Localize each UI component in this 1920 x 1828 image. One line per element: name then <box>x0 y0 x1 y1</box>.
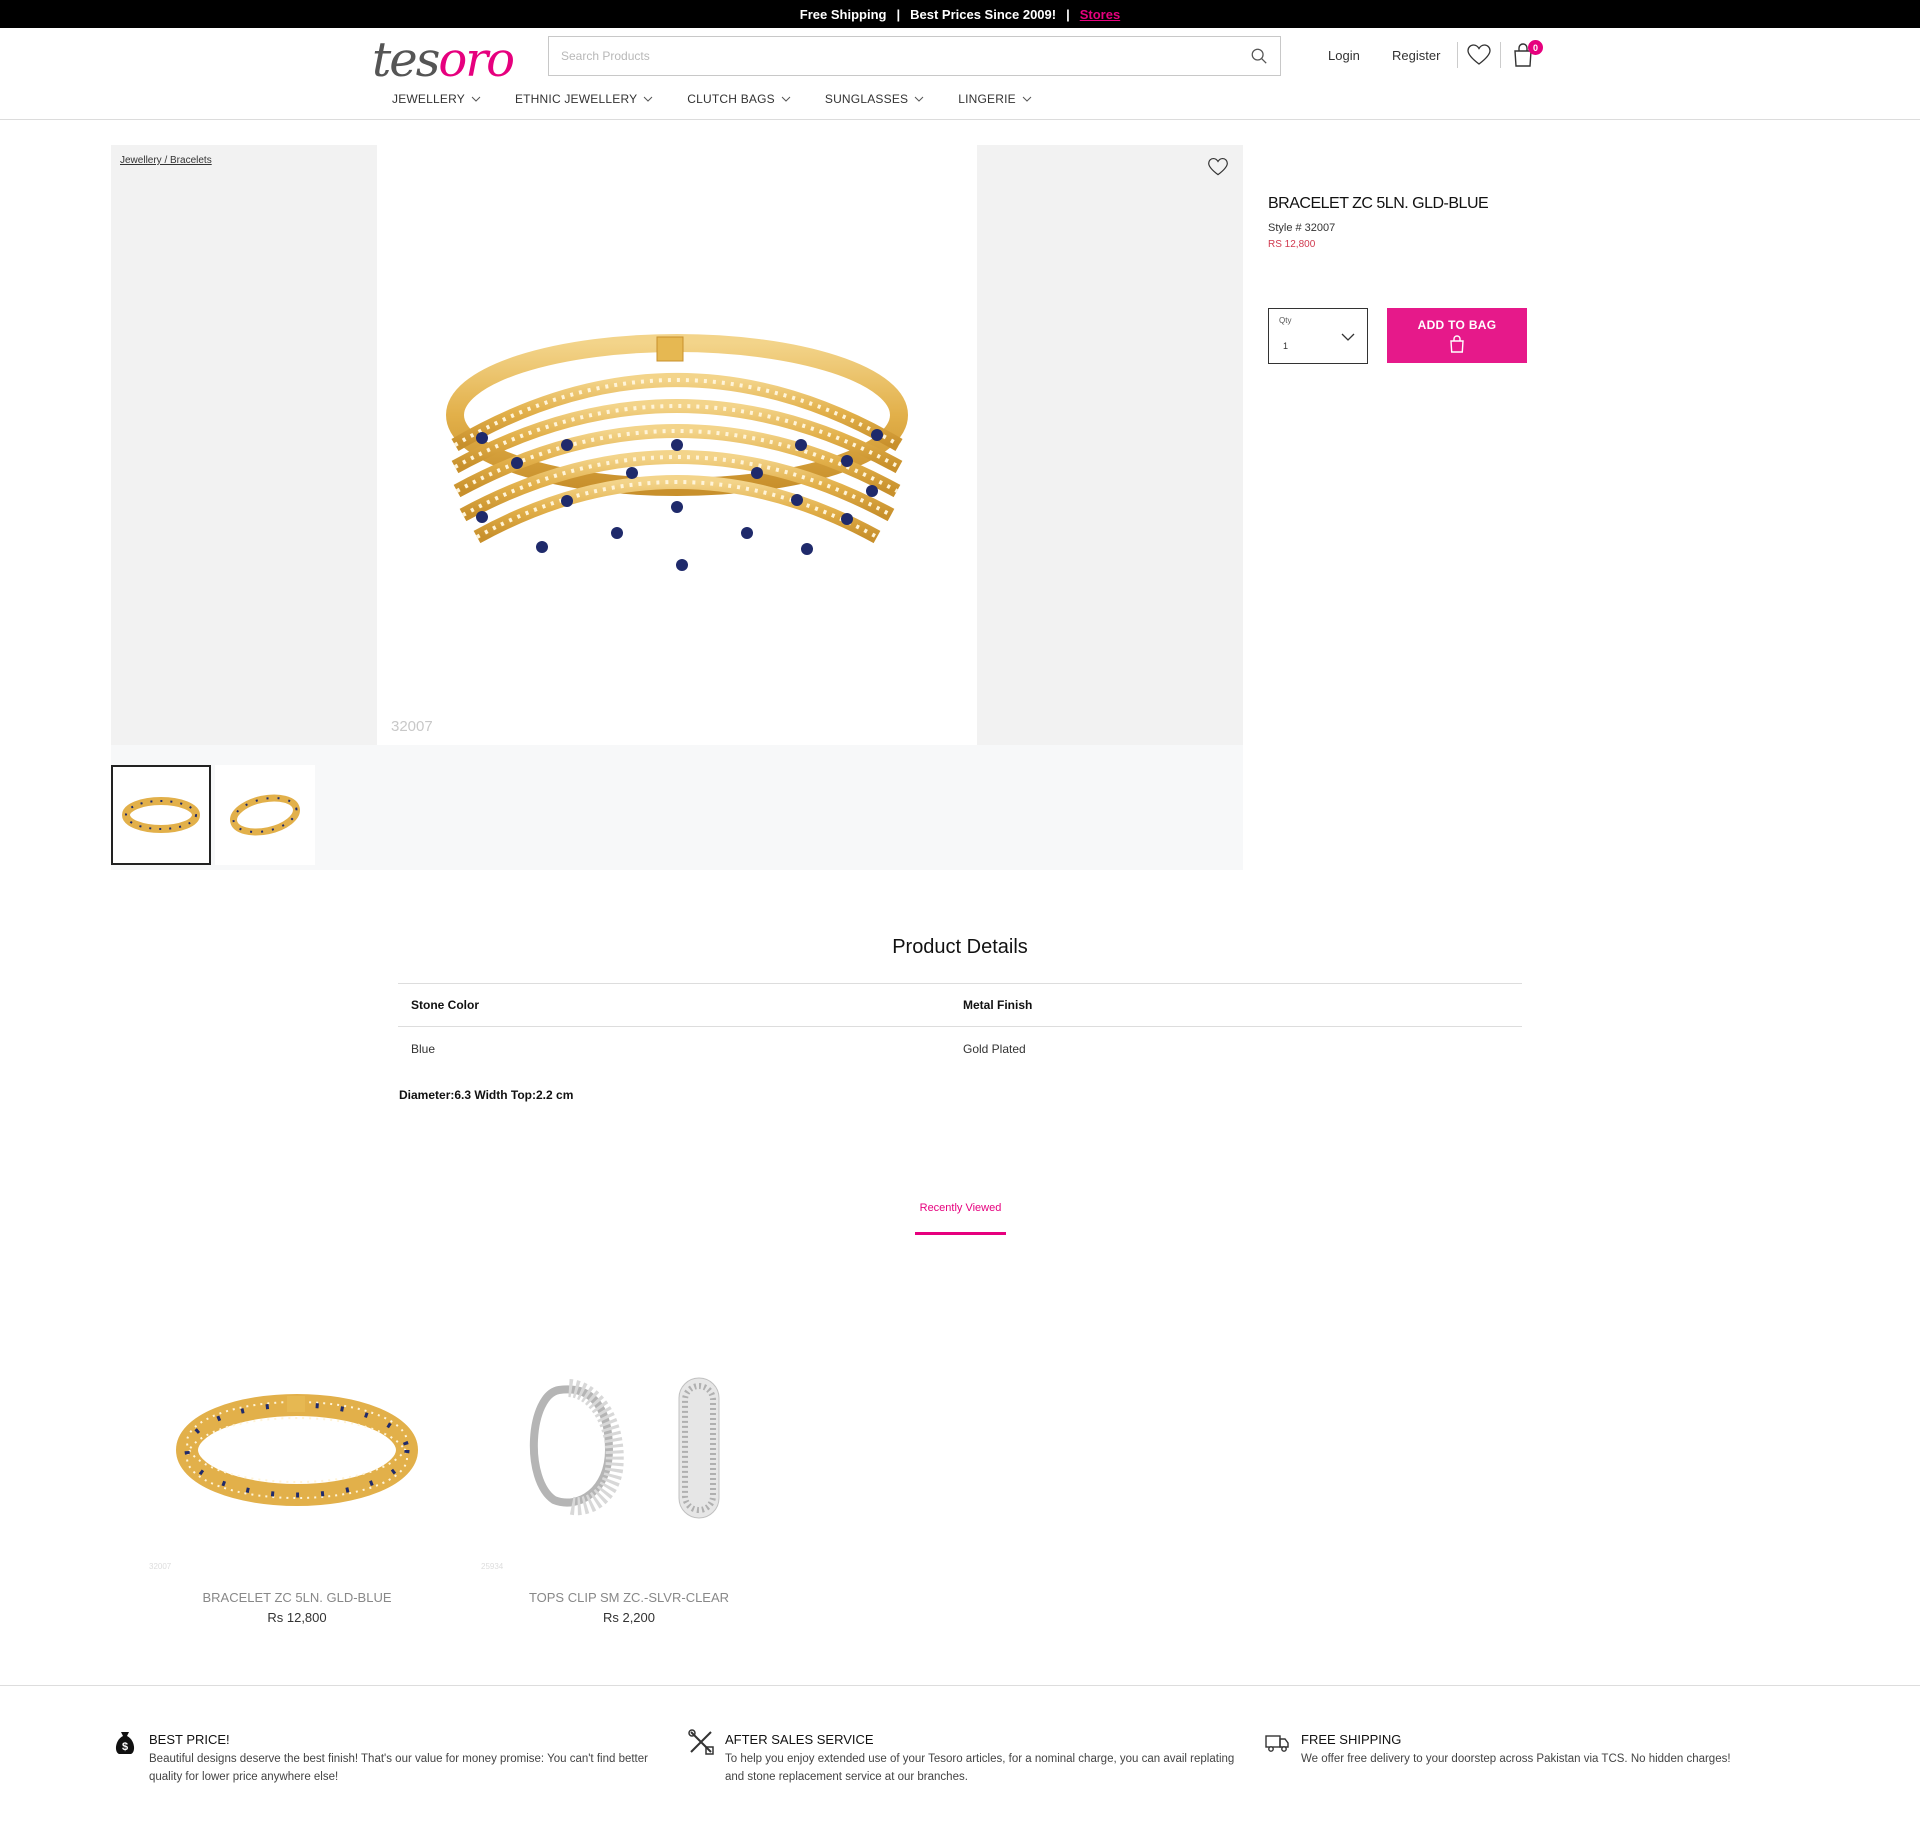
chevron-down-icon <box>1341 333 1355 341</box>
wishlist-heart-icon[interactable] <box>1466 42 1492 68</box>
product-details-heading: Product Details <box>892 936 1028 958</box>
main-nav: JEWELLERY ETHNIC JEWELLERY CLUTCH BAGS S… <box>392 92 1066 106</box>
style-watermark: 32007 <box>391 718 433 735</box>
thumbnail-front[interactable] <box>111 765 211 865</box>
shopping-bag-icon <box>1450 335 1464 353</box>
header-divider <box>1457 42 1458 68</box>
product-card-name[interactable]: BRACELET ZC 5LN. GLD-BLUE <box>147 1590 447 1605</box>
tools-icon <box>688 1729 714 1755</box>
nav-item-lingerie[interactable]: LINGERIE <box>958 92 1032 106</box>
product-price: RS 12,800 <box>1268 239 1316 250</box>
nav-label: SUNGLASSES <box>824 92 909 106</box>
site-header: tesoro Login Register 0 JEWELLERY ETHNIC… <box>0 28 1920 120</box>
logo-part-2: oro <box>438 32 515 88</box>
bracelet-image <box>176 1394 418 1506</box>
register-link[interactable]: Register <box>1392 48 1440 63</box>
logo-part-1: tes <box>372 32 440 88</box>
product-card-name[interactable]: TOPS CLIP SM ZC.-SLVR-CLEAR <box>479 1590 779 1605</box>
feature-description: To help you enjoy extended use of your T… <box>725 1753 1235 1783</box>
table-row: Blue Gold Plated <box>398 1027 1522 1071</box>
promo-bar: Free Shipping | Best Prices Since 2009! … <box>0 0 1920 28</box>
chevron-down-icon <box>914 96 924 102</box>
bracelet-thumbnail <box>122 797 200 833</box>
product-style-number: Style # 32007 <box>1268 222 1336 234</box>
search-input[interactable] <box>561 49 1250 63</box>
feature-description: We offer free delivery to your doorstep … <box>1301 1753 1731 1765</box>
nav-item-jewellery[interactable]: JEWELLERY <box>392 92 481 106</box>
features-footer: $ BEST PRICE! Beautiful designs deserve … <box>0 1685 1920 1828</box>
chevron-down-icon <box>1022 96 1032 102</box>
promo-best-prices: Best Prices Since 2009! <box>910 6 1057 22</box>
earring-image <box>529 1377 720 1519</box>
thumbnail-side[interactable] <box>215 765 315 865</box>
qty-value: 1 <box>1283 341 1289 351</box>
chevron-down-icon <box>643 96 653 102</box>
table-header-row: Stone Color Metal Finish <box>398 983 1522 1027</box>
nav-item-sunglasses[interactable]: SUNGLASSES <box>825 92 924 106</box>
search-icon[interactable] <box>1250 47 1268 65</box>
add-to-bag-label: ADD TO BAG <box>1417 318 1497 332</box>
product-card-price: Rs 12,800 <box>267 1610 327 1625</box>
bracelet-image <box>446 334 908 571</box>
value-metal-finish: Gold Plated <box>963 1042 1026 1056</box>
add-to-bag-button[interactable]: ADD TO BAG <box>1387 308 1527 363</box>
product-card-price: Rs 2,200 <box>602 1610 656 1625</box>
money-bag-icon: $ <box>115 1732 135 1754</box>
breadcrumb[interactable]: Jewellery / Bracelets <box>120 155 212 166</box>
chevron-down-icon <box>471 96 481 102</box>
product-main-image[interactable] <box>377 145 977 745</box>
cart-count-badge: 0 <box>1528 40 1543 55</box>
nav-label: LINGERIE <box>958 92 1016 106</box>
nav-item-clutch-bags[interactable]: CLUTCH BAGS <box>687 92 791 106</box>
feature-description: Beautiful designs deserve the best finis… <box>149 1753 648 1783</box>
product-card[interactable]: 25934 TOPS CLIP SM ZC.-SLVR-CLEAR Rs 2,2… <box>479 1320 779 1630</box>
nav-label: ETHNIC JEWELLERY <box>514 92 638 106</box>
delivery-truck-icon <box>1265 1735 1289 1752</box>
dimensions-note: Diameter:6.3 Width Top:2.2 cm <box>399 1088 574 1102</box>
login-link[interactable]: Login <box>1328 48 1360 63</box>
bracelet-thumbnail <box>230 794 300 836</box>
qty-label: Qty <box>1279 316 1292 325</box>
header-metal-finish: Metal Finish <box>963 998 1033 1012</box>
product-gallery <box>111 145 1243 745</box>
value-stone-color: Blue <box>411 1042 436 1056</box>
promo-separator: | <box>1066 6 1070 22</box>
stores-link[interactable]: Stores <box>1080 7 1120 22</box>
product-card-sku: 25934 <box>481 1562 504 1571</box>
product-card-image[interactable] <box>147 1320 447 1580</box>
svg-text:$: $ <box>122 1741 128 1753</box>
header-stone-color: Stone Color <box>411 998 479 1012</box>
chevron-down-icon <box>781 96 791 102</box>
tab-recently-viewed[interactable]: Recently Viewed <box>915 1202 1006 1214</box>
tesoro-logo[interactable]: tesoro <box>372 32 515 88</box>
search-bar <box>548 36 1281 76</box>
product-name: BRACELET ZC 5LN. GLD-BLUE <box>1268 195 1489 212</box>
quantity-select[interactable]: Qty 1 <box>1268 308 1368 364</box>
header-divider <box>1500 42 1501 68</box>
feature-title: BEST PRICE! <box>149 1732 230 1747</box>
nav-item-ethnic-jewellery[interactable]: ETHNIC JEWELLERY <box>515 92 653 106</box>
feature-title: FREE SHIPPING <box>1301 1732 1402 1747</box>
add-to-wishlist-heart-icon[interactable] <box>1207 156 1229 178</box>
nav-label: CLUTCH BAGS <box>687 92 775 106</box>
feature-title: AFTER SALES SERVICE <box>725 1732 874 1747</box>
product-card[interactable]: 32007 BRACELET ZC 5LN. GLD-BLUE Rs 12,80… <box>147 1320 447 1630</box>
product-card-image[interactable] <box>479 1320 779 1580</box>
product-details-table: Stone Color Metal Finish Blue Gold Plate… <box>398 983 1522 1071</box>
active-tab-indicator <box>915 1232 1006 1235</box>
promo-shipping: Free Shipping <box>799 6 887 22</box>
product-card-sku: 32007 <box>149 1562 172 1571</box>
nav-label: JEWELLERY <box>392 92 465 106</box>
promo-separator: | <box>896 6 901 22</box>
